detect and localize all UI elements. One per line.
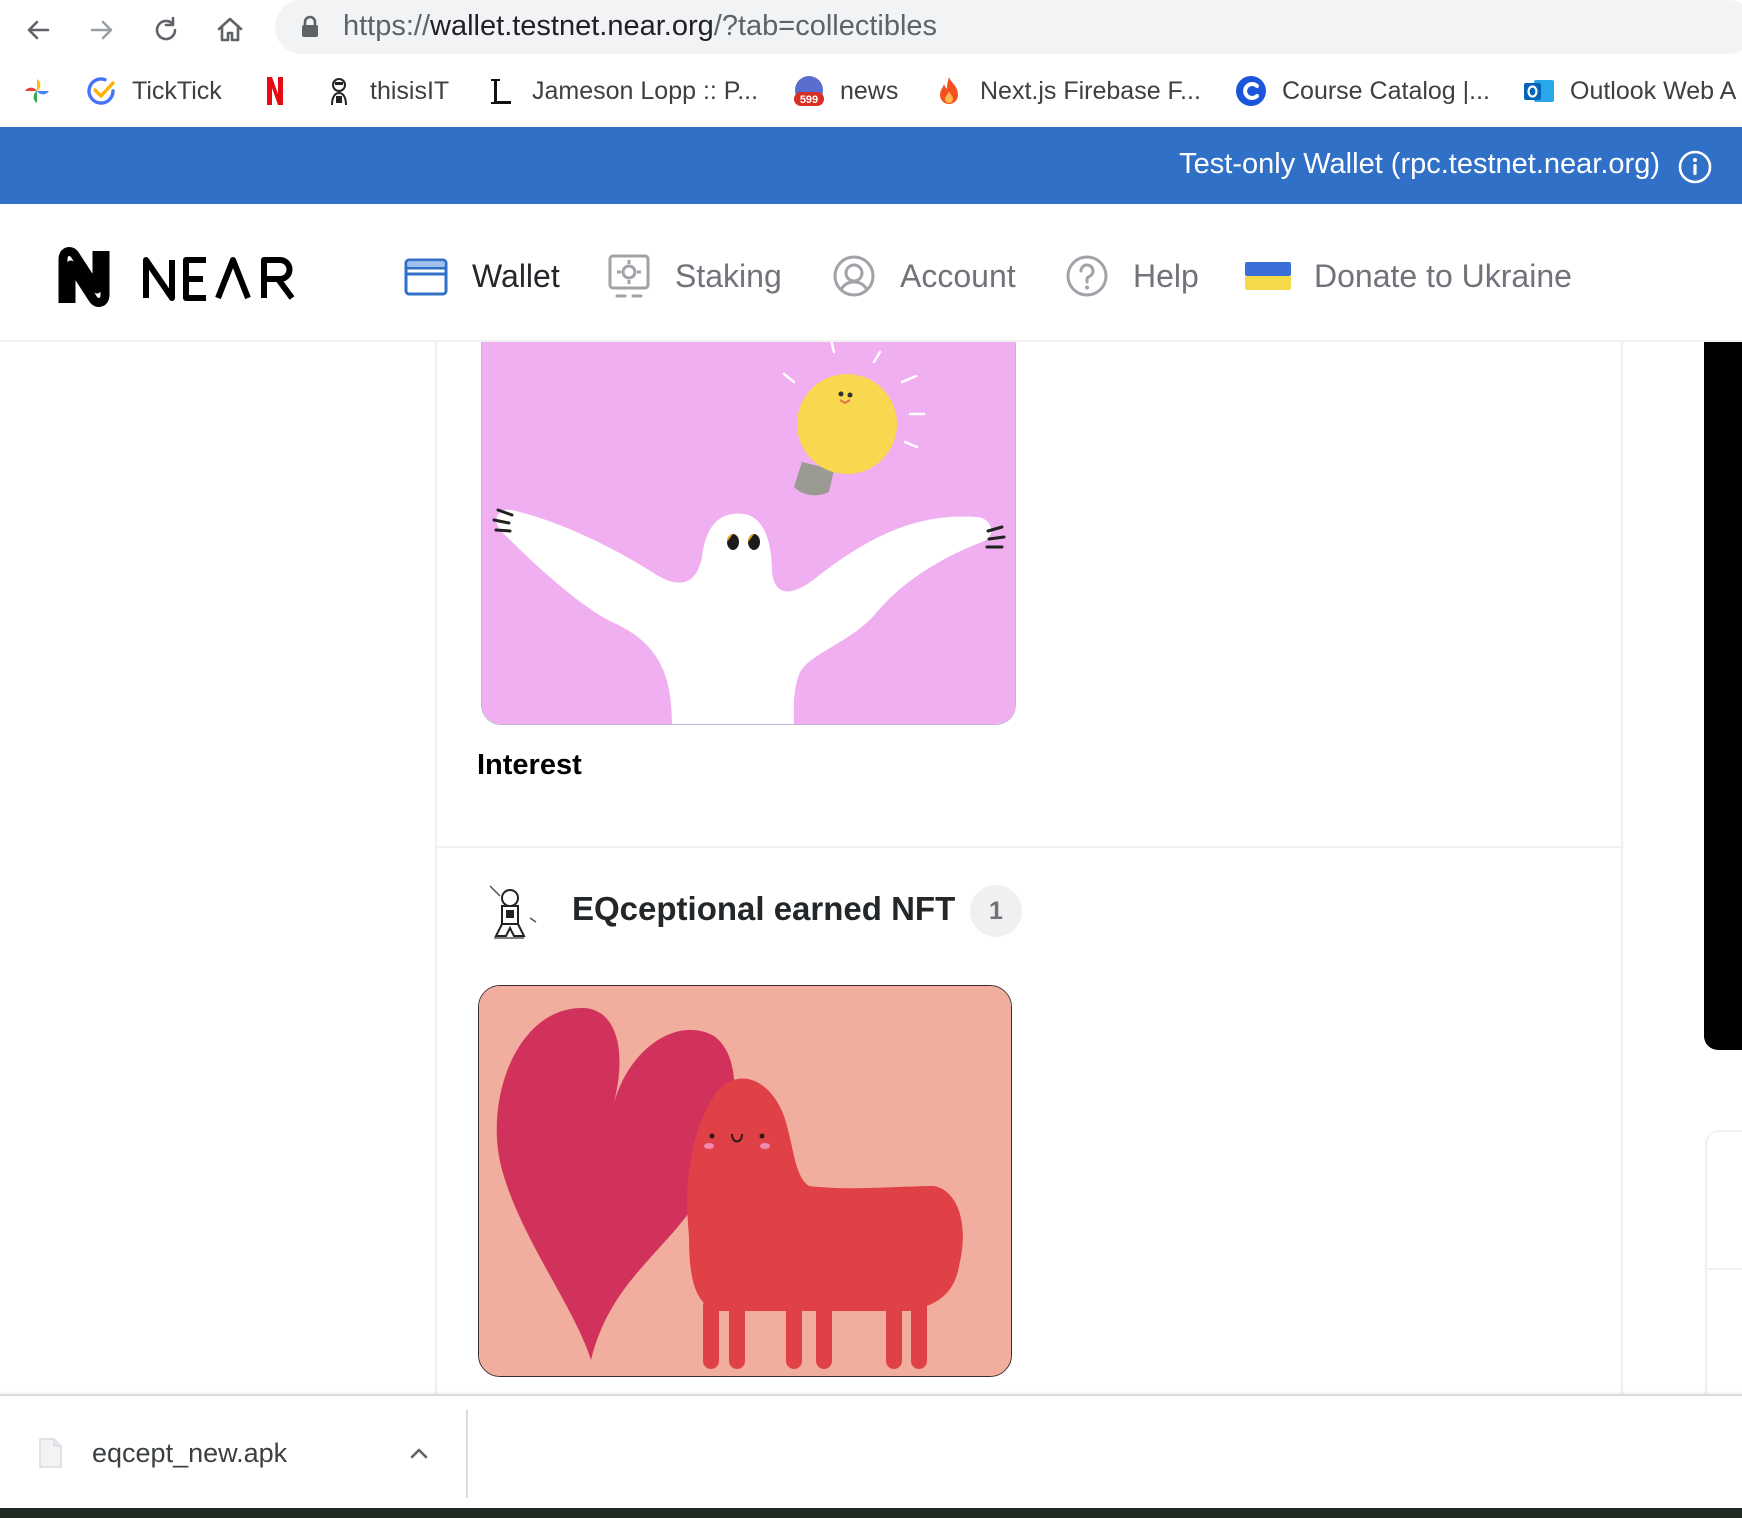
bookmark-label: thisisIT <box>370 76 450 105</box>
fire-icon <box>932 74 966 108</box>
nft-image-heart-creature[interactable] <box>478 985 1012 1377</box>
side-card-divider <box>1707 1268 1742 1270</box>
reload-button[interactable] <box>142 6 190 54</box>
url-text: https://wallet.testnet.near.org/?tab=col… <box>343 10 937 43</box>
lock-icon <box>302 15 318 37</box>
home-icon <box>217 17 243 42</box>
banner-text: Test-only Wallet (rpc.testnet.near.org) <box>1179 148 1660 180</box>
bookmark-label: Outlook Web A <box>1570 76 1737 105</box>
nav-label: Wallet <box>472 257 560 294</box>
download-item[interactable]: eqcept_new.apk <box>0 1396 468 1508</box>
heart-creature-artwork <box>479 986 1011 1376</box>
bookmark-label: news <box>840 76 899 105</box>
collection-divider <box>437 846 1621 848</box>
wallet-icon <box>402 252 450 300</box>
ukraine-flag-icon <box>1244 252 1292 300</box>
bookmark-netflix[interactable] <box>258 70 292 112</box>
nav-wallet[interactable]: Wallet <box>402 246 560 306</box>
ticktick-check-icon <box>84 74 118 108</box>
file-icon <box>39 1438 62 1468</box>
collection-name: EQceptional earned NFT <box>572 890 956 927</box>
reload-icon <box>155 16 177 41</box>
staking-icon <box>605 252 653 300</box>
bookmark-photos[interactable] <box>20 70 54 112</box>
nav-label: Help <box>1133 257 1199 294</box>
download-file-name: eqcept_new.apk <box>92 1438 288 1468</box>
near-logo-wordmark-icon[interactable] <box>142 248 310 308</box>
bookmark-label: Next.js Firebase F... <box>980 76 1201 105</box>
url-scheme: https:// <box>343 10 431 42</box>
ghost-lightbulb-artwork <box>482 342 1015 724</box>
site-header: Wallet Staking Account Help Donate to Uk… <box>0 204 1742 342</box>
collection-count-badge: 1 <box>970 885 1022 937</box>
outlook-icon <box>1522 74 1556 108</box>
browser-toolbar: https://wallet.testnet.near.org/?tab=col… <box>0 0 1742 60</box>
side-promo-panel <box>1704 342 1742 1050</box>
bookmark-label: TickTick <box>132 76 222 105</box>
bookmark-label: Jameson Lopp :: P... <box>532 76 759 105</box>
near-logo-mark-icon[interactable] <box>50 243 118 311</box>
news-badge-count: 599 <box>800 94 818 106</box>
forward-button[interactable] <box>78 6 126 54</box>
collection-avatar <box>476 878 544 946</box>
nft-title[interactable]: Interest <box>477 749 582 782</box>
bookmark-course-catalog[interactable]: Course Catalog |... <box>1234 70 1490 112</box>
bookmark-nextjs-firebase[interactable]: Next.js Firebase F... <box>932 70 1201 112</box>
account-icon <box>830 252 878 300</box>
nav-staking[interactable]: Staking <box>605 246 782 306</box>
netflix-n-icon <box>258 74 292 108</box>
forward-arrow-icon <box>90 20 113 40</box>
bookmark-news[interactable]: 599 news <box>792 70 898 112</box>
nav-account[interactable]: Account <box>830 246 1016 306</box>
bookmark-outlook[interactable]: Outlook Web A <box>1522 70 1736 112</box>
photos-pinwheel-icon <box>20 74 54 108</box>
lopp-l-icon <box>484 74 518 108</box>
course-c-icon <box>1234 74 1268 108</box>
news-badge-icon: 599 <box>792 74 826 108</box>
bookmark-thisisit[interactable]: thisisIT <box>322 70 449 112</box>
nav-label: Staking <box>675 257 782 294</box>
address-bar[interactable]: https://wallet.testnet.near.org/?tab=col… <box>275 0 1742 54</box>
download-shelf: eqcept_new.apk <box>0 1394 1742 1508</box>
url-path: /?tab=collectibles <box>713 10 938 42</box>
side-card <box>1705 1130 1742 1400</box>
help-icon <box>1063 252 1111 300</box>
url-host: wallet.testnet.near.org <box>430 10 714 42</box>
chevron-up-icon[interactable] <box>404 1438 434 1468</box>
bookmark-lopp[interactable]: Jameson Lopp :: P... <box>484 70 758 112</box>
nav-label: Account <box>900 257 1016 294</box>
home-button[interactable] <box>206 6 254 54</box>
info-icon[interactable] <box>1677 149 1713 185</box>
back-button[interactable] <box>14 6 62 54</box>
bookmarks-bar: TickTick thisisIT Jameson Lopp :: P... 5… <box>0 64 1742 118</box>
desktop-strip <box>0 1508 1742 1518</box>
testnet-banner: Test-only Wallet (rpc.testnet.near.org) <box>0 127 1742 204</box>
nav-donate-ukraine[interactable]: Donate to Ukraine <box>1244 246 1572 306</box>
nav-help[interactable]: Help <box>1063 246 1199 306</box>
avatar-sketch-icon <box>322 74 356 108</box>
download-separator <box>466 1410 468 1498</box>
nav-label: Donate to Ukraine <box>1314 257 1572 294</box>
robot-sketch-icon <box>476 878 544 946</box>
nft-image-interest[interactable] <box>481 342 1016 725</box>
back-arrow-icon <box>27 20 50 40</box>
bookmark-label: Course Catalog |... <box>1282 76 1490 105</box>
bookmark-ticktick[interactable]: TickTick <box>84 70 222 112</box>
